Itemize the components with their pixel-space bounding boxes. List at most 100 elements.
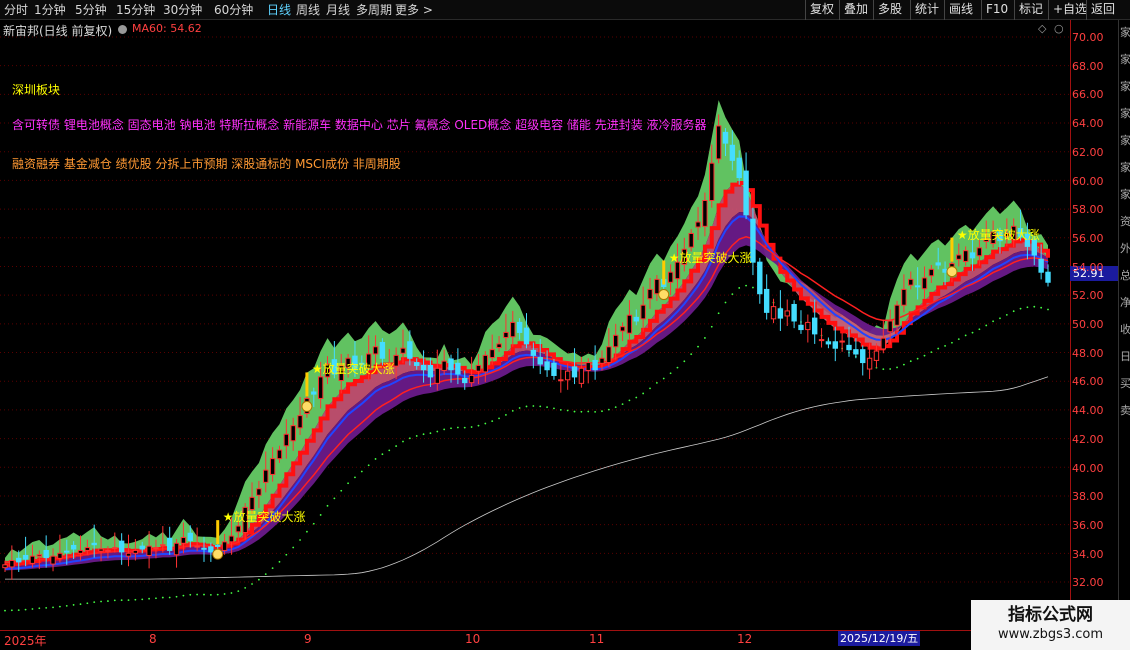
candle-body [400, 347, 406, 354]
candle-body [887, 320, 893, 333]
candle-body [647, 288, 653, 300]
support-dot [930, 351, 933, 354]
price-tick: 44.00 [1072, 404, 1104, 418]
date-tick: 9 [304, 632, 312, 646]
support-dot [52, 606, 54, 609]
support-dot [360, 470, 363, 473]
site-watermark: 指标公式网 www.zbgs3.com [971, 600, 1130, 650]
support-dot [1012, 310, 1015, 313]
candle-body [578, 367, 585, 384]
support-dot [903, 363, 905, 366]
candle-body [654, 278, 660, 295]
candle-body [592, 359, 598, 371]
support-dot [415, 435, 418, 437]
candle-body [441, 360, 447, 371]
cursor-date: 2025/12/19/五 [838, 631, 921, 646]
candle-body [434, 367, 440, 384]
support-dot [436, 430, 439, 433]
candle-body [50, 555, 56, 565]
candle-body [283, 433, 290, 447]
support-dot [498, 417, 500, 420]
support-dot [566, 409, 569, 412]
candle-body [551, 362, 557, 376]
candle-body [420, 364, 427, 371]
candle-body [57, 552, 63, 559]
candle-body [544, 361, 550, 371]
support-dot [326, 504, 329, 507]
support-dot [607, 408, 610, 411]
support-dot [271, 567, 274, 570]
candle-body [743, 170, 749, 216]
candle-body [791, 303, 797, 322]
support-dot [189, 593, 192, 596]
support-dot [141, 598, 144, 601]
support-dot [964, 334, 967, 337]
support-dot [17, 609, 20, 611]
support-dot [978, 328, 981, 331]
candle-body [969, 252, 976, 259]
signal-bar [662, 260, 666, 285]
support-dot [971, 331, 974, 334]
support-dot [669, 372, 672, 375]
price-tick: 34.00 [1072, 547, 1104, 561]
support-dot [203, 593, 205, 596]
signal-label: ★放量突破大涨 [668, 250, 752, 265]
support-dot [580, 410, 583, 413]
date-tick: 10 [465, 632, 481, 646]
kline-chart[interactable] [0, 0, 1070, 630]
support-dot [724, 301, 727, 304]
support-dot [168, 596, 171, 599]
price-tick: 40.00 [1072, 461, 1104, 475]
price-tick: 58.00 [1072, 203, 1104, 217]
support-dot [992, 320, 995, 323]
watermark-url: www.zbgs3.com [997, 627, 1104, 642]
date-tick: 11 [589, 632, 605, 646]
candle-body [379, 341, 386, 359]
support-dot [635, 396, 638, 399]
candle-body [462, 377, 468, 384]
price-tick: 46.00 [1072, 375, 1104, 389]
support-dot [505, 414, 507, 416]
support-dot [525, 405, 528, 408]
support-dot [45, 606, 48, 609]
support-dot [532, 405, 535, 407]
support-dot [381, 453, 384, 456]
support-dot [999, 317, 1001, 320]
candle-body [564, 370, 571, 381]
pink-cloud [5, 183, 1048, 565]
candle-body [146, 545, 152, 556]
candle-body [846, 344, 852, 351]
support-dot [951, 341, 953, 344]
candle-body [516, 321, 523, 333]
support-dot [230, 592, 233, 594]
candle-body [873, 350, 880, 361]
toolbar-button[interactable]: 返回 [1086, 0, 1119, 20]
candle-body [976, 247, 983, 257]
candle-body [866, 357, 873, 370]
candle-body [558, 379, 564, 382]
support-dot [491, 420, 494, 423]
support-dot [340, 489, 343, 492]
support-dot [209, 593, 212, 596]
candle-body [715, 125, 722, 160]
candle-body [112, 547, 118, 550]
support-dot [985, 324, 988, 327]
candle-body [194, 545, 200, 548]
candle-body [208, 546, 214, 553]
support-dot [299, 539, 301, 541]
price-tick: 50.00 [1072, 318, 1104, 331]
candle-body [880, 337, 887, 350]
candle-body [722, 131, 729, 144]
support-dot [278, 560, 281, 563]
support-dot [614, 406, 617, 409]
support-dot [1040, 306, 1043, 309]
support-dot [65, 604, 68, 607]
support-dot [216, 593, 219, 596]
candle-body [626, 314, 633, 334]
support-dot [477, 424, 480, 427]
support-dot [649, 387, 651, 390]
candle-body [139, 545, 145, 550]
candle-body [276, 449, 283, 460]
support-dot [388, 449, 391, 452]
support-dot [354, 476, 356, 479]
